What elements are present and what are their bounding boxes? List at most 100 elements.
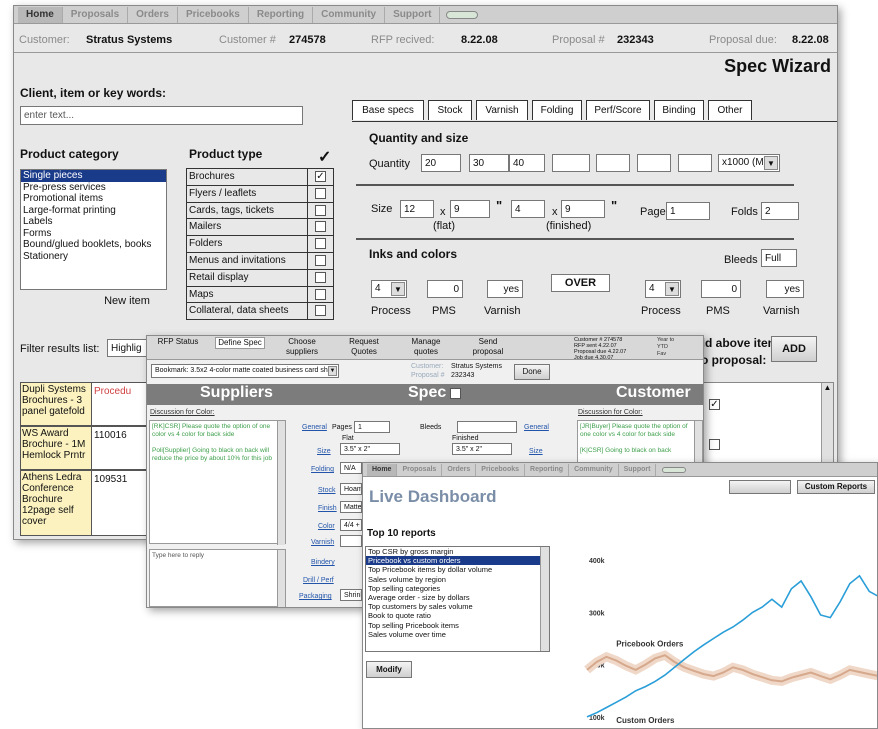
nav-home[interactable]: Home [18, 6, 63, 23]
nav-support[interactable]: Support [385, 6, 441, 23]
finish-link[interactable]: Finish [318, 505, 337, 512]
nav-community[interactable]: Community [313, 6, 386, 23]
tab-other[interactable]: Other [708, 100, 752, 120]
color-input[interactable]: 4/4 + [340, 519, 362, 531]
new-item-button[interactable]: New item [94, 291, 160, 313]
quantity-input-6[interactable] [637, 154, 671, 172]
tab-binding[interactable]: Binding [654, 100, 704, 120]
product-type-checkbox[interactable] [315, 255, 326, 266]
product-type-row[interactable]: Cards, tags, tickets [187, 202, 333, 220]
quantity-input-2[interactable]: 30 [469, 154, 509, 172]
result-checkbox[interactable]: ✓ [709, 399, 720, 410]
size-link-right[interactable]: Size [529, 448, 543, 455]
finished-size-input[interactable]: 3.5" x 2" [452, 443, 512, 455]
nav-orders[interactable]: Orders [128, 6, 178, 23]
packaging-input[interactable]: Shrink [340, 589, 362, 601]
folding-link[interactable]: Folding [311, 466, 334, 473]
tab-rfp-status[interactable]: RFP Status [153, 337, 203, 347]
nav-community[interactable]: Community [569, 463, 619, 476]
edit-icon[interactable] [450, 388, 461, 399]
done-button[interactable]: Done [514, 364, 550, 380]
report-item[interactable]: Sales volume over time [366, 630, 540, 639]
pms-input-back[interactable]: 0 [701, 280, 741, 298]
pages-input[interactable]: 1 [666, 202, 710, 220]
pages-input[interactable]: 1 [354, 421, 390, 433]
product-type-row[interactable]: Menus and invitations [187, 253, 333, 270]
stock-link[interactable]: Stock [318, 487, 336, 494]
chevron-down-icon[interactable]: ▼ [328, 366, 337, 376]
search-input[interactable]: enter text... [20, 106, 303, 125]
product-type-checkbox[interactable] [315, 204, 326, 216]
product-category-list[interactable]: Single pieces Pre-press services Promoti… [20, 169, 167, 290]
category-item[interactable]: Labels [21, 216, 166, 228]
quantity-input-4[interactable] [552, 154, 590, 172]
report-item[interactable]: Sales volume by region [366, 575, 540, 584]
nav-support[interactable]: Support [619, 463, 657, 476]
product-type-checkbox[interactable] [315, 238, 326, 250]
varnish-input-front[interactable]: yes [487, 280, 523, 298]
nav-proposals[interactable]: Proposals [397, 463, 443, 476]
varnish-input[interactable] [340, 535, 362, 547]
product-type-checkbox[interactable] [315, 288, 326, 300]
tab-stock[interactable]: Stock [428, 100, 472, 120]
product-type-row[interactable]: Retail display [187, 269, 333, 287]
product-type-checkbox[interactable]: ✓ [315, 171, 326, 182]
result-name-cell[interactable]: WS Award Brochure - 1M Hemlock Prntr [20, 426, 92, 470]
product-type-row[interactable]: Folders [187, 236, 333, 253]
tab-base-specs[interactable]: Base specs [352, 100, 424, 120]
reports-button-placeholder[interactable] [729, 480, 791, 494]
report-item[interactable]: Top selling categories [366, 584, 540, 593]
size-link[interactable]: Size [317, 448, 331, 455]
finished-height-input[interactable]: 9 [561, 200, 605, 218]
product-type-checkbox[interactable] [315, 221, 326, 233]
result-name-cell[interactable]: Dupli Systems Brochures - 3 panel gatefo… [20, 382, 92, 426]
packaging-link[interactable]: Packaging [299, 593, 332, 600]
product-type-checkbox[interactable] [315, 271, 326, 283]
tab-manage-quotes[interactable]: Manage quotes [401, 337, 451, 357]
finished-width-input[interactable]: 4 [511, 200, 545, 218]
product-type-row[interactable]: Mailers [187, 219, 333, 237]
drill-perf-link[interactable]: Drill / Perf [303, 577, 334, 584]
general-link[interactable]: General [302, 424, 327, 431]
chevron-down-icon[interactable]: ▼ [665, 282, 679, 296]
report-item[interactable]: Book to quote ratio [366, 611, 540, 620]
category-item[interactable]: Forms [21, 228, 166, 240]
tab-send-proposal[interactable]: Send proposal [463, 337, 513, 357]
category-item[interactable]: Stationery [21, 251, 166, 263]
quantity-input-5[interactable] [596, 154, 630, 172]
nav-pricebooks[interactable]: Pricebooks [178, 6, 249, 23]
discussion-right-label[interactable]: Discussion for Color: [578, 409, 643, 416]
product-type-checkbox[interactable] [315, 305, 326, 317]
add-button[interactable]: ADD [771, 336, 817, 362]
product-type-row[interactable]: Flyers / leaflets [187, 185, 333, 203]
bindery-link[interactable]: Bindery [311, 559, 335, 566]
stock-input[interactable]: Hoam [340, 483, 362, 495]
category-item[interactable]: Promotional items [21, 193, 166, 205]
chevron-down-icon[interactable]: ▼ [764, 156, 778, 170]
general-link-right[interactable]: General [524, 424, 549, 431]
category-item[interactable]: Large-format printing [21, 205, 166, 217]
flat-size-input[interactable]: 3.5" x 2" [340, 443, 400, 455]
product-type-row[interactable]: Brochures ✓ [187, 169, 333, 186]
bleeds-input[interactable]: Full [761, 249, 797, 267]
reply-box[interactable]: Type here to reply [149, 549, 286, 607]
scrollbar[interactable] [540, 547, 549, 651]
category-item[interactable]: Single pieces [21, 170, 166, 182]
category-item[interactable]: Bound/glued booklets, books [21, 239, 166, 251]
folding-input[interactable]: N/A [340, 462, 362, 474]
quantity-input-1[interactable]: 20 [421, 154, 461, 172]
scrollbar[interactable] [277, 421, 285, 545]
product-type-row[interactable]: Collateral, data sheets [187, 303, 333, 321]
result-name-cell[interactable]: Athens Ledra Conference Brochure 12page … [20, 470, 92, 536]
quantity-input-3[interactable]: 40 [509, 154, 545, 172]
toggle-pill[interactable] [662, 466, 687, 473]
varnish-link[interactable]: Varnish [311, 539, 334, 546]
tab-perf-score[interactable]: Perf/Score [586, 100, 650, 120]
bookmark-select[interactable]: Bookmark: 3.5x2 4-color matte coated bus… [151, 364, 339, 378]
product-type-row[interactable]: Maps [187, 286, 333, 304]
reports-list[interactable]: Top CSR by gross margin Pricebook vs cust… [365, 546, 550, 652]
nav-pricebooks[interactable]: Pricebooks [476, 463, 526, 476]
nav-reporting[interactable]: Reporting [249, 6, 314, 23]
tab-request-quotes[interactable]: Request Quotes [339, 337, 389, 357]
report-item[interactable]: Top Pricebook items by dollar volume [366, 565, 540, 574]
